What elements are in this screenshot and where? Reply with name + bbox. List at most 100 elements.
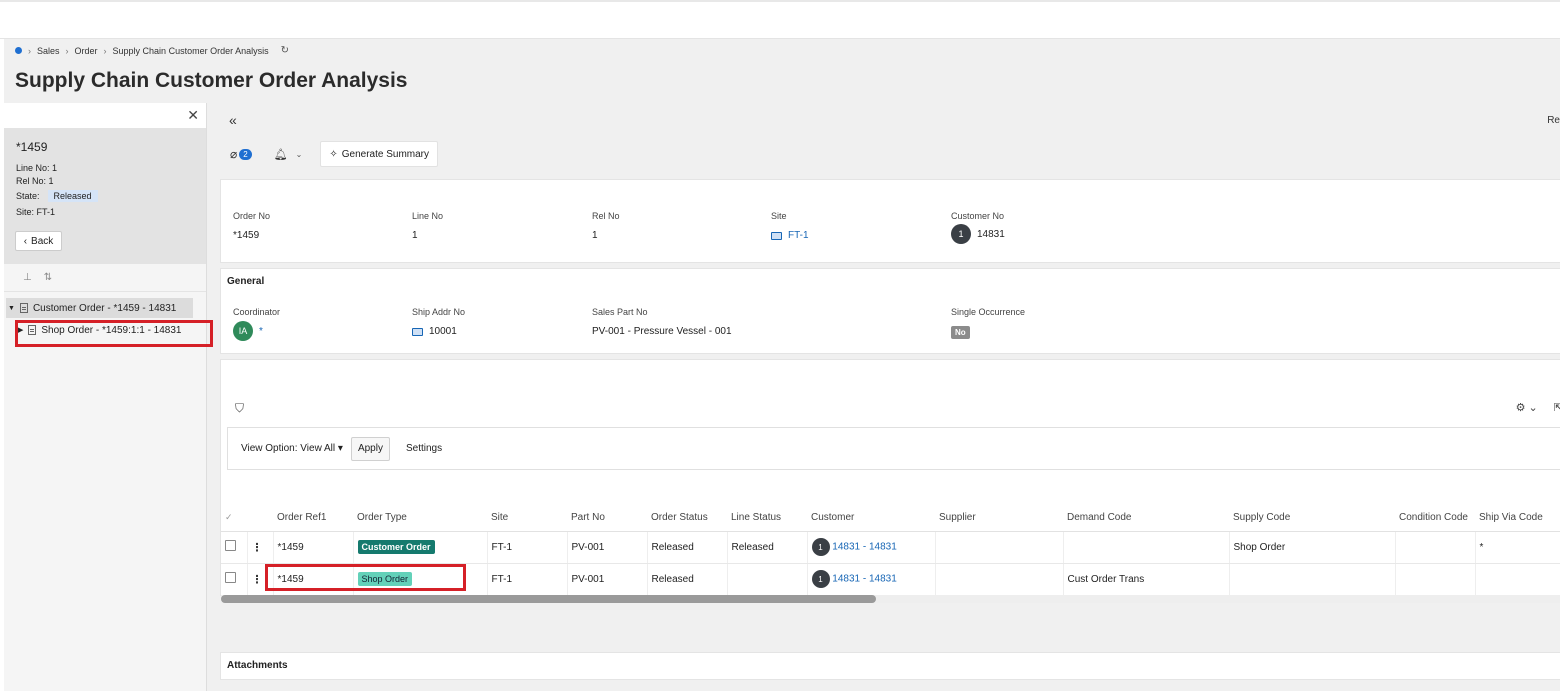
coordinator-field: Coordinator IA *: [233, 307, 280, 341]
home-icon[interactable]: [15, 47, 22, 54]
table-row[interactable]: ⋮ *1459 Customer Order FT-1 PV-001 Relea…: [221, 531, 1560, 564]
single-occurrence-field: Single Occurrence No: [951, 307, 1025, 339]
tree-item-customer-order[interactable]: ▼ Customer Order - *1459 - 14831: [6, 298, 193, 318]
cell-part-no: PV-001: [567, 563, 648, 596]
line-no-label: Line No: [412, 211, 444, 221]
export-icon[interactable]: ⇱: [1554, 401, 1560, 414]
cell-customer: 1 14831 - 14831: [807, 531, 936, 564]
select-all-checkbox[interactable]: ✓: [221, 505, 247, 532]
column-supply-code[interactable]: Supply Code: [1229, 505, 1395, 532]
scrollbar-thumb[interactable]: [221, 595, 876, 603]
page-title: Supply Chain Customer Order Analysis: [15, 69, 408, 92]
more-vertical-icon[interactable]: ⋮: [252, 574, 263, 586]
header-card: Order No *1459 Line No 1 Rel No 1 Site F…: [220, 179, 1560, 263]
column-line-status[interactable]: Line Status: [727, 505, 807, 532]
refresh-icon[interactable]: ↻: [281, 45, 289, 56]
settings-button[interactable]: Settings: [406, 443, 442, 454]
view-option-label: View Option: View All: [241, 443, 336, 454]
row-checkbox[interactable]: [225, 572, 236, 583]
breadcrumb-item-sales[interactable]: Sales: [37, 46, 60, 56]
general-title: General: [227, 276, 265, 287]
cell-supplier: [935, 563, 1064, 596]
chevron-right-icon: ›: [103, 45, 107, 56]
column-supplier[interactable]: Supplier: [935, 505, 1063, 532]
back-label: Back: [31, 235, 54, 247]
column-order-type[interactable]: Order Type: [353, 505, 487, 532]
column-order-ref1[interactable]: Order Ref1: [273, 505, 353, 532]
customer-link[interactable]: 14831 - 14831: [832, 542, 897, 553]
app-container: › Sales › Order › Supply Chain Customer …: [4, 39, 1560, 691]
customer-no-text: 14831: [977, 228, 1005, 240]
row-checkbox-cell: [221, 563, 248, 596]
column-order-status[interactable]: Order Status: [647, 505, 727, 532]
site-link[interactable]: FT-1: [788, 230, 809, 241]
cell-order-status: Released: [647, 563, 728, 596]
chevron-down-icon[interactable]: ⌄: [296, 150, 303, 159]
highlight-box-grid-row: [265, 564, 466, 591]
line-no-label: Line No:: [16, 163, 50, 173]
cell-demand-code: Cust Order Trans: [1063, 563, 1230, 596]
cell-customer: 1 14831 - 14831: [807, 563, 936, 596]
generate-summary-label: Generate Summary: [341, 148, 430, 160]
customer-avatar: 1: [951, 224, 971, 244]
state-badge: Released: [47, 190, 98, 202]
customer-link[interactable]: 14831 - 14831: [832, 574, 897, 585]
site-icon: [771, 231, 782, 240]
rel-no-label: Rel No:: [16, 175, 47, 186]
view-option-select[interactable]: View Option: View All ▾: [241, 443, 343, 454]
site-value: FT-1: [771, 230, 809, 241]
attachments-section[interactable]: Attachments: [220, 652, 1560, 680]
column-customer[interactable]: Customer: [807, 505, 935, 532]
sales-part-field: Sales Part No PV-001 - Pressure Vessel -…: [592, 307, 732, 337]
cell-ship-via-code: *: [1475, 531, 1560, 564]
view-option-bar: View Option: View All ▾ Apply Settings: [227, 427, 1560, 470]
caret-down-icon[interactable]: ▼: [8, 305, 15, 312]
expand-collapse-icon[interactable]: ⇅: [44, 272, 52, 283]
highlight-box-tree: [15, 320, 213, 347]
address-icon: [412, 327, 423, 336]
column-ship-via-code[interactable]: Ship Via Code: [1475, 505, 1560, 532]
coordinator-link[interactable]: *: [259, 326, 263, 337]
sales-part-label: Sales Part No: [592, 307, 648, 317]
rel-no-label: Rel No: [592, 211, 620, 221]
caret-down-icon: ▾: [337, 443, 343, 454]
customer-avatar: 1: [811, 538, 830, 556]
collapse-left-icon[interactable]: «: [229, 112, 237, 128]
back-button[interactable]: ‹ Back: [15, 231, 62, 251]
rel-no-value: 1: [48, 175, 54, 186]
cell-ship-via-code: [1475, 563, 1560, 596]
document-icon: [19, 303, 28, 313]
chevron-right-icon: ›: [28, 45, 31, 56]
record-id: *1459: [16, 140, 48, 154]
customer-no-value: 1 14831: [951, 224, 1005, 244]
order-no-value: *1459: [233, 230, 260, 241]
ship-addr-text: 10001: [429, 326, 457, 337]
horizontal-scrollbar[interactable]: [221, 595, 1560, 603]
bell-icon[interactable]: 🔔︎: [274, 148, 288, 161]
site-label: Site: [771, 211, 787, 221]
cell-supply-code: [1229, 563, 1396, 596]
sales-part-link[interactable]: PV-001 - Pressure Vessel - 001: [592, 326, 732, 337]
column-demand-code[interactable]: Demand Code: [1063, 505, 1229, 532]
attachments-button[interactable]: ⌀ 2: [230, 147, 252, 161]
breadcrumb: › Sales › Order › Supply Chain Customer …: [15, 45, 289, 56]
cell-order-status: Released: [647, 531, 728, 564]
column-condition-code[interactable]: Condition Code: [1395, 505, 1475, 532]
site-label: Site:: [16, 206, 35, 217]
column-site[interactable]: Site: [487, 505, 567, 532]
customer-avatar: 1: [811, 570, 830, 588]
pin-icon[interactable]: ⊥: [23, 272, 32, 283]
generate-summary-button[interactable]: ✧ Generate Summary: [320, 141, 439, 167]
row-checkbox[interactable]: [225, 540, 236, 551]
line-no-value: 1: [52, 163, 58, 173]
close-icon[interactable]: ✕: [187, 107, 199, 124]
more-vertical-icon[interactable]: ⋮: [252, 542, 263, 554]
filter-icon[interactable]: ⛉: [235, 401, 244, 416]
apply-button[interactable]: Apply: [350, 436, 390, 461]
breadcrumb-item-order[interactable]: Order: [75, 46, 98, 56]
gear-icon[interactable]: ⚙ ⌄: [1516, 401, 1538, 414]
breadcrumb-item-current: Supply Chain Customer Order Analysis: [112, 45, 269, 56]
coordinator-avatar: IA: [233, 321, 253, 341]
supply-chain-grid-card: ⛉ ⚙ ⌄ ⇱ View Option: View All ▾ Apply Se…: [220, 359, 1560, 603]
column-part-no[interactable]: Part No: [567, 505, 647, 532]
